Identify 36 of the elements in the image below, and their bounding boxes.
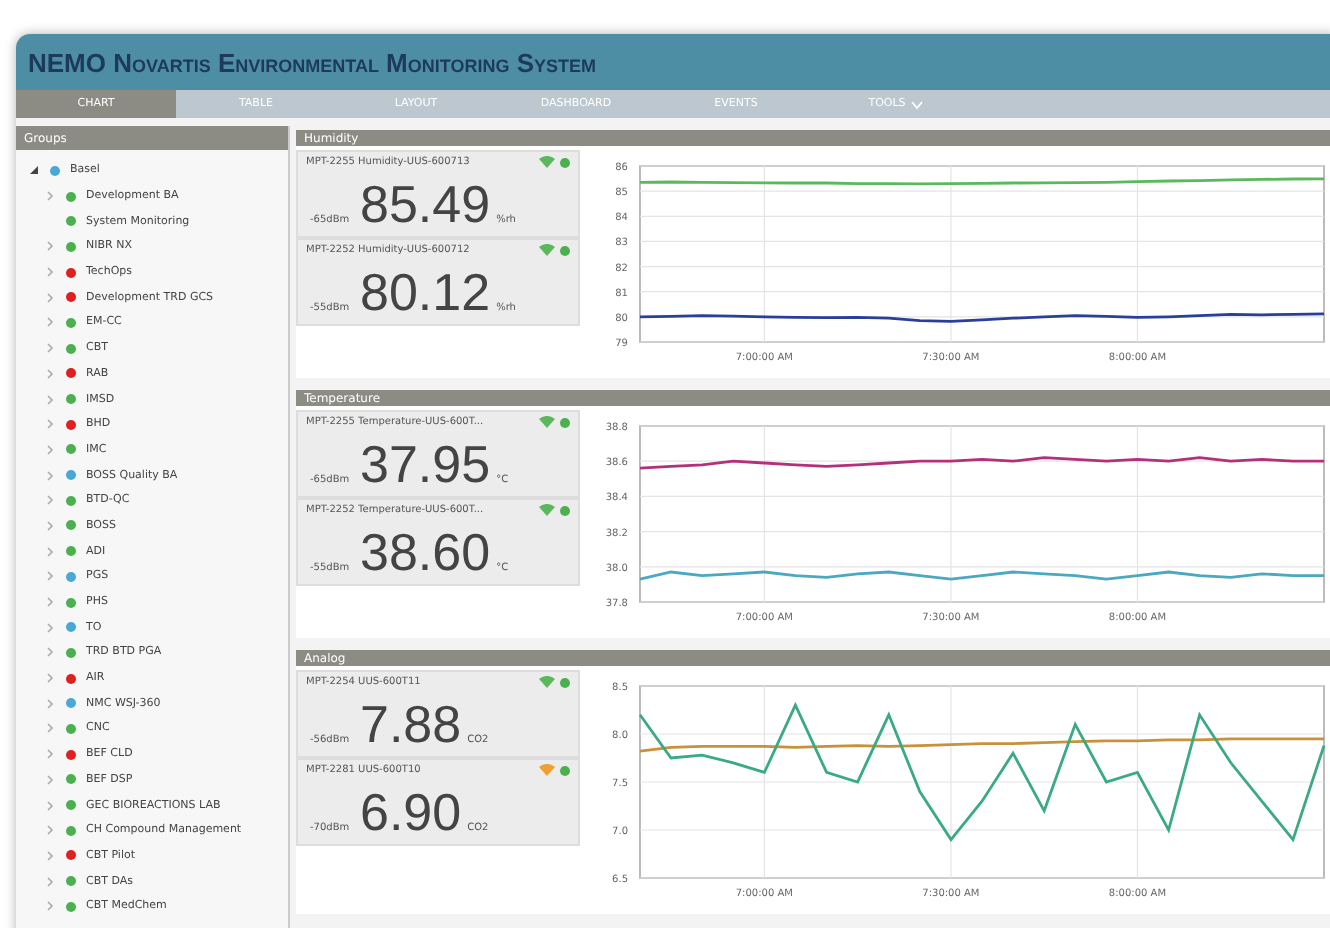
chevron-right-icon[interactable] [44, 849, 56, 862]
chevron-right-icon[interactable] [44, 621, 56, 634]
sensor-value: 37.95 [360, 436, 491, 492]
chevron-right-icon[interactable] [44, 469, 56, 482]
chevron-right-icon[interactable] [44, 748, 56, 761]
chevron-right-icon[interactable] [44, 190, 56, 203]
sensor-value: 7.88 [360, 696, 462, 752]
chevron-right-icon[interactable] [44, 418, 56, 431]
chevron-right-icon[interactable] [44, 722, 56, 735]
chevron-right-icon[interactable] [44, 697, 56, 710]
chevron-right-icon[interactable] [44, 570, 56, 583]
chevron-right-icon[interactable] [44, 824, 56, 837]
chevron-right-icon[interactable] [44, 316, 56, 329]
chevron-right-icon[interactable] [44, 672, 56, 685]
window-title: NEMO Novartis Environmental Monitoring System [28, 47, 597, 77]
chevron-right-icon[interactable] [44, 342, 56, 355]
chevron-right-icon[interactable] [44, 291, 56, 304]
chevron-right-icon[interactable] [44, 799, 56, 812]
chevron-right-icon[interactable] [44, 596, 56, 609]
expanded-arrow-icon[interactable] [28, 164, 40, 177]
sensor-value: 85.49 [360, 176, 491, 232]
chevron-right-icon[interactable] [44, 646, 56, 659]
chevron-right-icon[interactable] [44, 240, 56, 253]
sensor-value: 6.90 [360, 784, 462, 840]
sensor-value: 80.12 [360, 264, 491, 320]
chevron-right-icon[interactable] [44, 875, 56, 888]
chevron-right-icon[interactable] [44, 393, 56, 406]
sensor-value: 38.60 [360, 524, 491, 580]
chevron-right-icon[interactable] [44, 900, 56, 913]
chevron-right-icon[interactable] [44, 367, 56, 380]
chevron-right-icon[interactable] [44, 545, 56, 558]
chevron-right-icon[interactable] [44, 443, 56, 456]
chevron-right-icon[interactable] [44, 519, 56, 532]
chevron-right-icon[interactable] [44, 494, 56, 507]
chevron-right-icon[interactable] [44, 773, 56, 786]
chevron-right-icon[interactable] [44, 266, 56, 279]
